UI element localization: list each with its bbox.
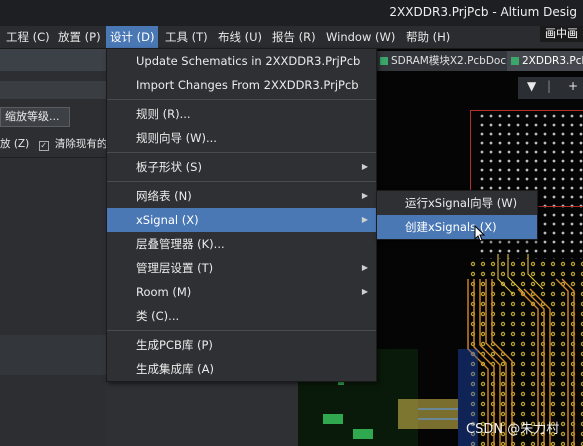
menu-item-make-integrated-library[interactable]: 生成集成库 (A) bbox=[107, 357, 376, 381]
submenu-arrow-icon: ▶ bbox=[361, 162, 368, 171]
menu-item-run-xsignal-wizard[interactable]: 运行xSignal向导 (W) bbox=[377, 191, 537, 215]
menu-item-room[interactable]: Room (M) ▶ bbox=[107, 280, 376, 304]
panel-row bbox=[0, 81, 106, 99]
window-title: 2XXDDR3.PrjPcb - Altium Desig bbox=[389, 5, 577, 19]
menu-separator bbox=[107, 152, 376, 153]
menu-item-manage-layer-sets[interactable]: 管理层设置 (T) ▶ bbox=[107, 256, 376, 280]
menu-item-label: 生成PCB库 (P) bbox=[136, 338, 213, 352]
panel-options: 放 (Z) ✓ 清除现有的 bbox=[0, 137, 107, 151]
zoom-option-label[interactable]: 放 (Z) bbox=[0, 138, 29, 150]
clear-existing-checkbox[interactable]: ✓ bbox=[38, 141, 49, 151]
clear-existing-label: 清除现有的 bbox=[54, 138, 108, 150]
menu-item-xsignal[interactable]: xSignal (X) ▶ bbox=[107, 208, 376, 232]
menu-item-create-xsignals[interactable]: 创建xSignals (X) bbox=[377, 215, 537, 239]
menu-item-update-schematics[interactable]: Update Schematics in 2XXDDR3.PrjPcb bbox=[107, 49, 376, 73]
pcb-doc-icon bbox=[380, 57, 388, 65]
menu-bar: 工程 (C) 放置 (P) 设计 (D) 工具 (T) 布线 (U) 报告 (R… bbox=[0, 26, 583, 49]
divider-icon: | bbox=[547, 79, 552, 93]
submenu-arrow-icon: ▶ bbox=[361, 287, 368, 296]
menu-item-netlist[interactable]: 网络表 (N) ▶ bbox=[107, 184, 376, 208]
menu-item-label: Update Schematics in 2XXDDR3.PrjPcb bbox=[136, 54, 361, 68]
submenu-arrow-icon: ▶ bbox=[361, 263, 368, 272]
tab-sdram-pcbdoc[interactable]: SDRAM模块X2.PcbDoc bbox=[376, 51, 508, 71]
menu-item-label: 层叠管理器 (K)... bbox=[136, 237, 225, 251]
menu-item-label: xSignal (X) bbox=[136, 213, 199, 227]
submenu-arrow-icon: ▶ bbox=[361, 191, 368, 200]
menu-item-label: 网络表 (N) bbox=[136, 189, 192, 203]
tab-ddr3-pcbdoc[interactable]: 2XDDR3.PcbD bbox=[507, 51, 583, 71]
submenu-arrow-icon: ▶ bbox=[361, 215, 368, 224]
menu-item-label: 运行xSignal向导 (W) bbox=[405, 196, 518, 210]
design-menu: Update Schematics in 2XXDDR3.PrjPcb Impo… bbox=[106, 48, 377, 382]
menu-project[interactable]: 工程 (C) bbox=[2, 26, 54, 48]
menu-item-label: Room (M) bbox=[136, 285, 192, 299]
panel-divider bbox=[0, 157, 106, 158]
panel-header-bar bbox=[0, 49, 106, 71]
menu-item-import-changes[interactable]: Import Changes From 2XXDDR3.PrjPcb bbox=[107, 73, 376, 97]
panel-footer bbox=[0, 335, 106, 375]
mouse-cursor-icon bbox=[474, 225, 486, 242]
menu-item-label: 板子形状 (S) bbox=[136, 160, 202, 174]
pcb-doc-icon bbox=[511, 57, 519, 65]
menu-help[interactable]: 帮助 (H) bbox=[402, 26, 454, 48]
menu-separator bbox=[107, 330, 376, 331]
tab-label: 2XDDR3.PcbD bbox=[522, 55, 583, 67]
menu-item-label: 管理层设置 (T) bbox=[136, 261, 214, 275]
menu-item-label: Import Changes From 2XXDDR3.PrjPcb bbox=[136, 78, 359, 92]
menu-item-label: 类 (C)... bbox=[136, 309, 180, 323]
picture-in-picture-badge[interactable]: 画中画 bbox=[540, 26, 583, 42]
menu-item-rules[interactable]: 规则 (R)... bbox=[107, 102, 376, 126]
menu-item-label: 规则 (R)... bbox=[136, 107, 191, 121]
left-panel: 缩放等级... 放 (Z) ✓ 清除现有的 bbox=[0, 49, 107, 446]
menu-separator bbox=[107, 181, 376, 182]
menu-separator bbox=[107, 99, 376, 100]
tab-label: SDRAM模块X2.PcbDoc bbox=[391, 55, 507, 67]
filter-icon[interactable]: ▼ bbox=[527, 79, 536, 93]
zoom-level-button[interactable]: 缩放等级... bbox=[0, 107, 70, 127]
menu-reports[interactable]: 报告 (R) bbox=[268, 26, 320, 48]
menu-item-layer-stack-manager[interactable]: 层叠管理器 (K)... bbox=[107, 232, 376, 256]
menu-item-rule-wizard[interactable]: 规则向导 (W)... bbox=[107, 126, 376, 150]
menu-route[interactable]: 布线 (U) bbox=[214, 26, 266, 48]
menu-item-classes[interactable]: 类 (C)... bbox=[107, 304, 376, 328]
menu-item-board-shape[interactable]: 板子形状 (S) ▶ bbox=[107, 155, 376, 179]
title-bar: 2XXDDR3.PrjPcb - Altium Desig bbox=[0, 0, 583, 26]
menu-item-make-pcb-library[interactable]: 生成PCB库 (P) bbox=[107, 333, 376, 357]
xsignal-submenu: 运行xSignal向导 (W) 创建xSignals (X) bbox=[376, 190, 538, 240]
menu-place[interactable]: 放置 (P) bbox=[54, 26, 105, 48]
menu-tools[interactable]: 工具 (T) bbox=[161, 26, 212, 48]
menu-item-label: 规则向导 (W)... bbox=[136, 131, 217, 145]
add-icon[interactable]: + bbox=[568, 79, 578, 93]
pcb-toolbar: ▼ | + bbox=[518, 77, 583, 99]
menu-item-label: 生成集成库 (A) bbox=[136, 362, 214, 376]
menu-design[interactable]: 设计 (D) bbox=[106, 26, 159, 48]
watermark-text: CSDN @朱力村 bbox=[466, 422, 560, 437]
document-tabs: SDRAM模块X2.PcbDoc 2XDDR3.PcbD bbox=[376, 51, 583, 71]
menu-window[interactable]: Window (W) bbox=[322, 26, 399, 48]
